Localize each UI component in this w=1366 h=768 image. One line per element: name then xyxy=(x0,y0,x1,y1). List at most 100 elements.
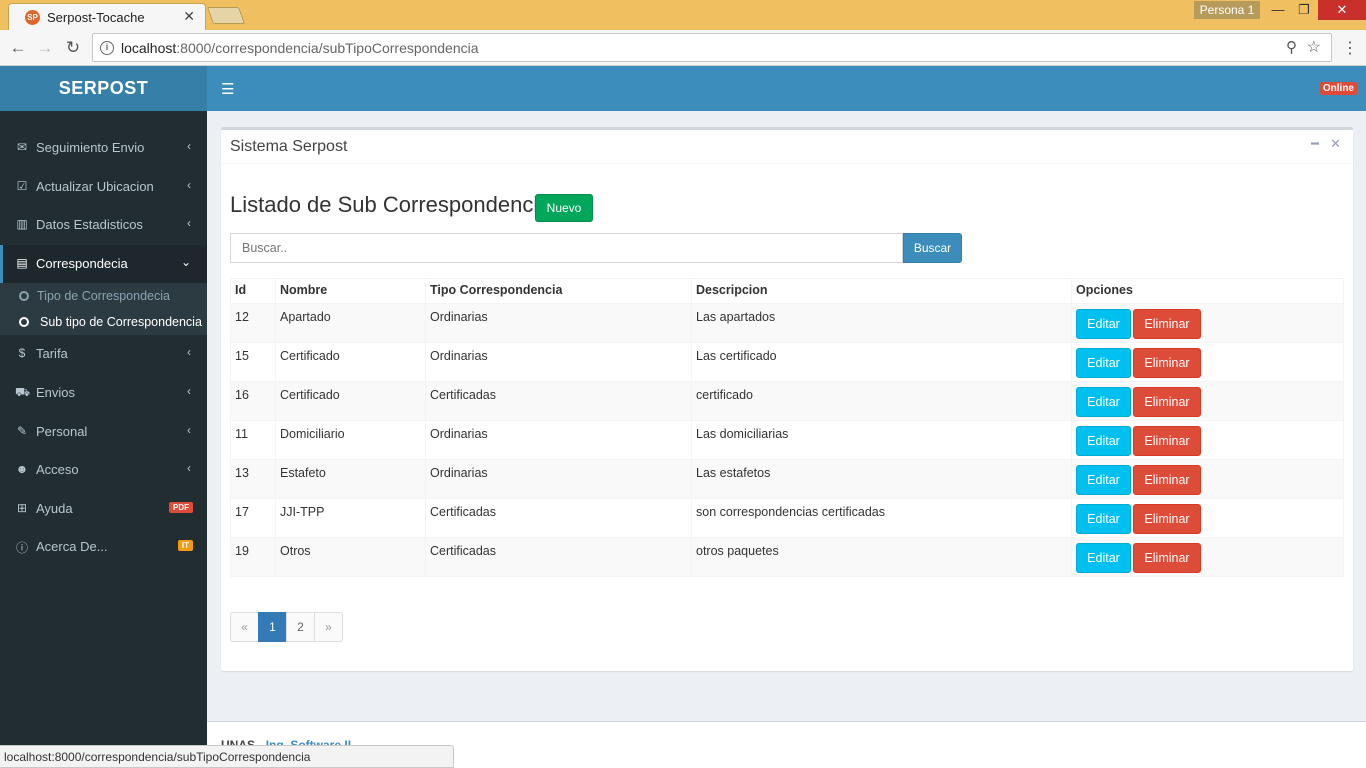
cell-tipo: Certificadas xyxy=(425,381,692,421)
chevron-left-icon: ‹ xyxy=(187,345,191,359)
sidebar-item-personal[interactable]: ✎ Personal ‹ xyxy=(0,413,207,451)
cell-opciones: Editar Eliminar xyxy=(1071,420,1344,460)
pagination-page-2[interactable]: 2 xyxy=(286,612,315,642)
app-logo[interactable]: SERPOST xyxy=(0,66,207,111)
sidebar-item-correspondecia[interactable]: ▤ Correspondecia ⌄ xyxy=(0,245,207,283)
sidebar-subitem-tipo-correspondecia[interactable]: Tipo de Correspondecia xyxy=(0,283,207,309)
info-circle-icon: ⓘ xyxy=(15,541,28,555)
browser-toolbar: ← → ↻ i localhost:8000/correspondencia/s… xyxy=(0,30,1366,66)
sidebar-item-actualizar-ubicacion[interactable]: ☑ Actualizar Ubicacion ‹ xyxy=(0,168,207,206)
url-host: localhost xyxy=(121,40,177,56)
tab-title: Serpost-Tocache xyxy=(47,10,145,25)
info-icon[interactable]: i xyxy=(100,41,114,55)
pagination-page-1[interactable]: 1 xyxy=(258,612,287,642)
favicon-icon: SP xyxy=(25,10,40,25)
sidebar-toggle-icon[interactable]: ☰ xyxy=(221,80,234,98)
cell-id: 11 xyxy=(230,420,276,460)
cell-nombre: Domiciliario xyxy=(275,420,426,460)
column-header-id: Id xyxy=(230,278,276,304)
edit-button[interactable]: Editar xyxy=(1076,543,1131,573)
sidebar-subitem-label: Tipo de Correspondecia xyxy=(37,289,170,303)
edit-button[interactable]: Editar xyxy=(1076,348,1131,378)
close-icon[interactable]: ✕ xyxy=(1330,136,1341,152)
url-path: :8000/correspondencia/subTipoCorresponde… xyxy=(176,40,479,56)
delete-button[interactable]: Eliminar xyxy=(1133,504,1201,534)
sidebar-item-label: Acceso xyxy=(36,462,79,477)
sidebar-item-label: Datos Estadisticos xyxy=(36,217,143,232)
back-arrow-icon[interactable]: ← xyxy=(8,38,28,58)
cell-tipo: Ordinarias xyxy=(425,459,692,499)
browser-titlebar: SP Serpost-Tocache ✕ Persona 1 — ❐ ✕ xyxy=(0,0,1366,30)
restore-icon[interactable]: ❐ xyxy=(1290,0,1318,20)
browser-tab[interactable]: SP Serpost-Tocache ✕ xyxy=(8,3,206,30)
circle-icon xyxy=(19,291,29,301)
cell-tipo: Certificadas xyxy=(425,498,692,538)
sidebar-item-envios[interactable]: ⛟ Envios ‹ xyxy=(0,374,207,412)
edit-button[interactable]: Editar xyxy=(1076,387,1131,417)
reload-icon[interactable]: ↻ xyxy=(63,38,83,58)
sidebar-subitem-label: Sub tipo de Correspondencia xyxy=(40,315,202,329)
forward-arrow-icon[interactable]: → xyxy=(35,38,55,58)
collapse-icon[interactable]: ━ xyxy=(1311,136,1319,152)
pagination-prev[interactable]: « xyxy=(230,612,259,642)
sidebar-item-ayuda[interactable]: ⊞ Ayuda PDF xyxy=(0,490,207,528)
delete-button[interactable]: Eliminar xyxy=(1133,387,1201,417)
column-header-opciones: Opciones xyxy=(1071,278,1344,304)
edit-button[interactable]: Editar xyxy=(1076,426,1131,456)
edit-button[interactable]: Editar xyxy=(1076,504,1131,534)
cell-id: 15 xyxy=(230,342,276,382)
cell-tipo: Ordinarias xyxy=(425,303,692,343)
address-bar[interactable]: i localhost:8000/correspondencia/subTipo… xyxy=(92,33,1332,62)
edit-icon: ✎ xyxy=(16,424,28,438)
pagination-next[interactable]: » xyxy=(314,612,343,642)
search-button[interactable]: Buscar xyxy=(903,233,962,263)
plus-square-icon: ⊞ xyxy=(16,501,28,515)
table-row: 13 Estafeto Ordinarias Las estafetos Edi… xyxy=(230,459,1344,499)
delete-button[interactable]: Eliminar xyxy=(1133,465,1201,495)
sidebar-item-acceso[interactable]: ☻ Acceso ‹ xyxy=(0,451,207,489)
delete-button[interactable]: Eliminar xyxy=(1133,426,1201,456)
profile-button[interactable]: Persona 1 xyxy=(1194,1,1260,19)
sidebar: ✉ Seguimiento Envio ‹ ☑ Actualizar Ubica… xyxy=(0,111,207,768)
window-close-icon[interactable]: ✕ xyxy=(1318,0,1366,20)
chevron-left-icon: ‹ xyxy=(187,423,191,437)
table-row: 12 Apartado Ordinarias Las apartados Edi… xyxy=(230,303,1344,343)
sidebar-item-datos-estadisticos[interactable]: ▥ Datos Estadisticos ‹ xyxy=(0,206,207,244)
pdf-badge: PDF xyxy=(169,502,193,513)
sidebar-item-seguimiento-envio[interactable]: ✉ Seguimiento Envio ‹ xyxy=(0,129,207,167)
url-text[interactable]: localhost:8000/correspondencia/subTipoCo… xyxy=(121,40,479,56)
sidebar-item-label: Seguimiento Envio xyxy=(36,140,145,155)
sidebar-subitem-sub-tipo-correspondencia[interactable]: Sub tipo de Correspondencia xyxy=(0,309,207,335)
cell-opciones: Editar Eliminar xyxy=(1071,303,1344,343)
list-alt-icon: ▤ xyxy=(16,256,28,270)
cell-descripcion: son correspondencias certificadas xyxy=(691,498,1072,538)
table-header-row: Id Nombre Tipo Correspondencia Descripci… xyxy=(230,278,1344,304)
it-badge: IT xyxy=(177,540,193,551)
chevron-left-icon: ‹ xyxy=(187,178,191,192)
edit-button[interactable]: Editar xyxy=(1076,465,1131,495)
zoom-icon[interactable]: ⚲ xyxy=(1286,38,1297,56)
bookmark-star-icon[interactable]: ☆ xyxy=(1307,37,1321,57)
tab-close-icon[interactable]: ✕ xyxy=(183,8,195,25)
main-box: Sistema Serpost ━ ✕ Listado de Sub Corre… xyxy=(221,127,1353,671)
new-tab-button[interactable] xyxy=(206,7,246,24)
edit-button[interactable]: Editar xyxy=(1076,309,1131,339)
cell-id: 17 xyxy=(230,498,276,538)
sidebar-item-acerca-de[interactable]: ⓘ Acerca De... IT xyxy=(0,528,207,566)
search-input[interactable] xyxy=(230,233,903,263)
pagination: « 1 2 » xyxy=(230,612,343,642)
chevron-left-icon: ‹ xyxy=(187,461,191,475)
cell-descripcion: Las estafetos xyxy=(691,459,1072,499)
cell-descripcion: Las domiciliarias xyxy=(691,420,1072,460)
delete-button[interactable]: Eliminar xyxy=(1133,309,1201,339)
sidebar-item-tarifa[interactable]: $ Tarifa ‹ xyxy=(0,335,207,373)
cell-id: 19 xyxy=(230,537,276,577)
browser-menu-icon[interactable]: ⋮ xyxy=(1342,38,1358,58)
cell-tipo: Ordinarias xyxy=(425,420,692,460)
cell-nombre: JJI-TPP xyxy=(275,498,426,538)
delete-button[interactable]: Eliminar xyxy=(1133,543,1201,573)
delete-button[interactable]: Eliminar xyxy=(1133,348,1201,378)
new-button[interactable]: Nuevo xyxy=(535,194,593,222)
minimize-icon[interactable]: — xyxy=(1264,0,1292,20)
online-badge: Online xyxy=(1319,82,1357,95)
